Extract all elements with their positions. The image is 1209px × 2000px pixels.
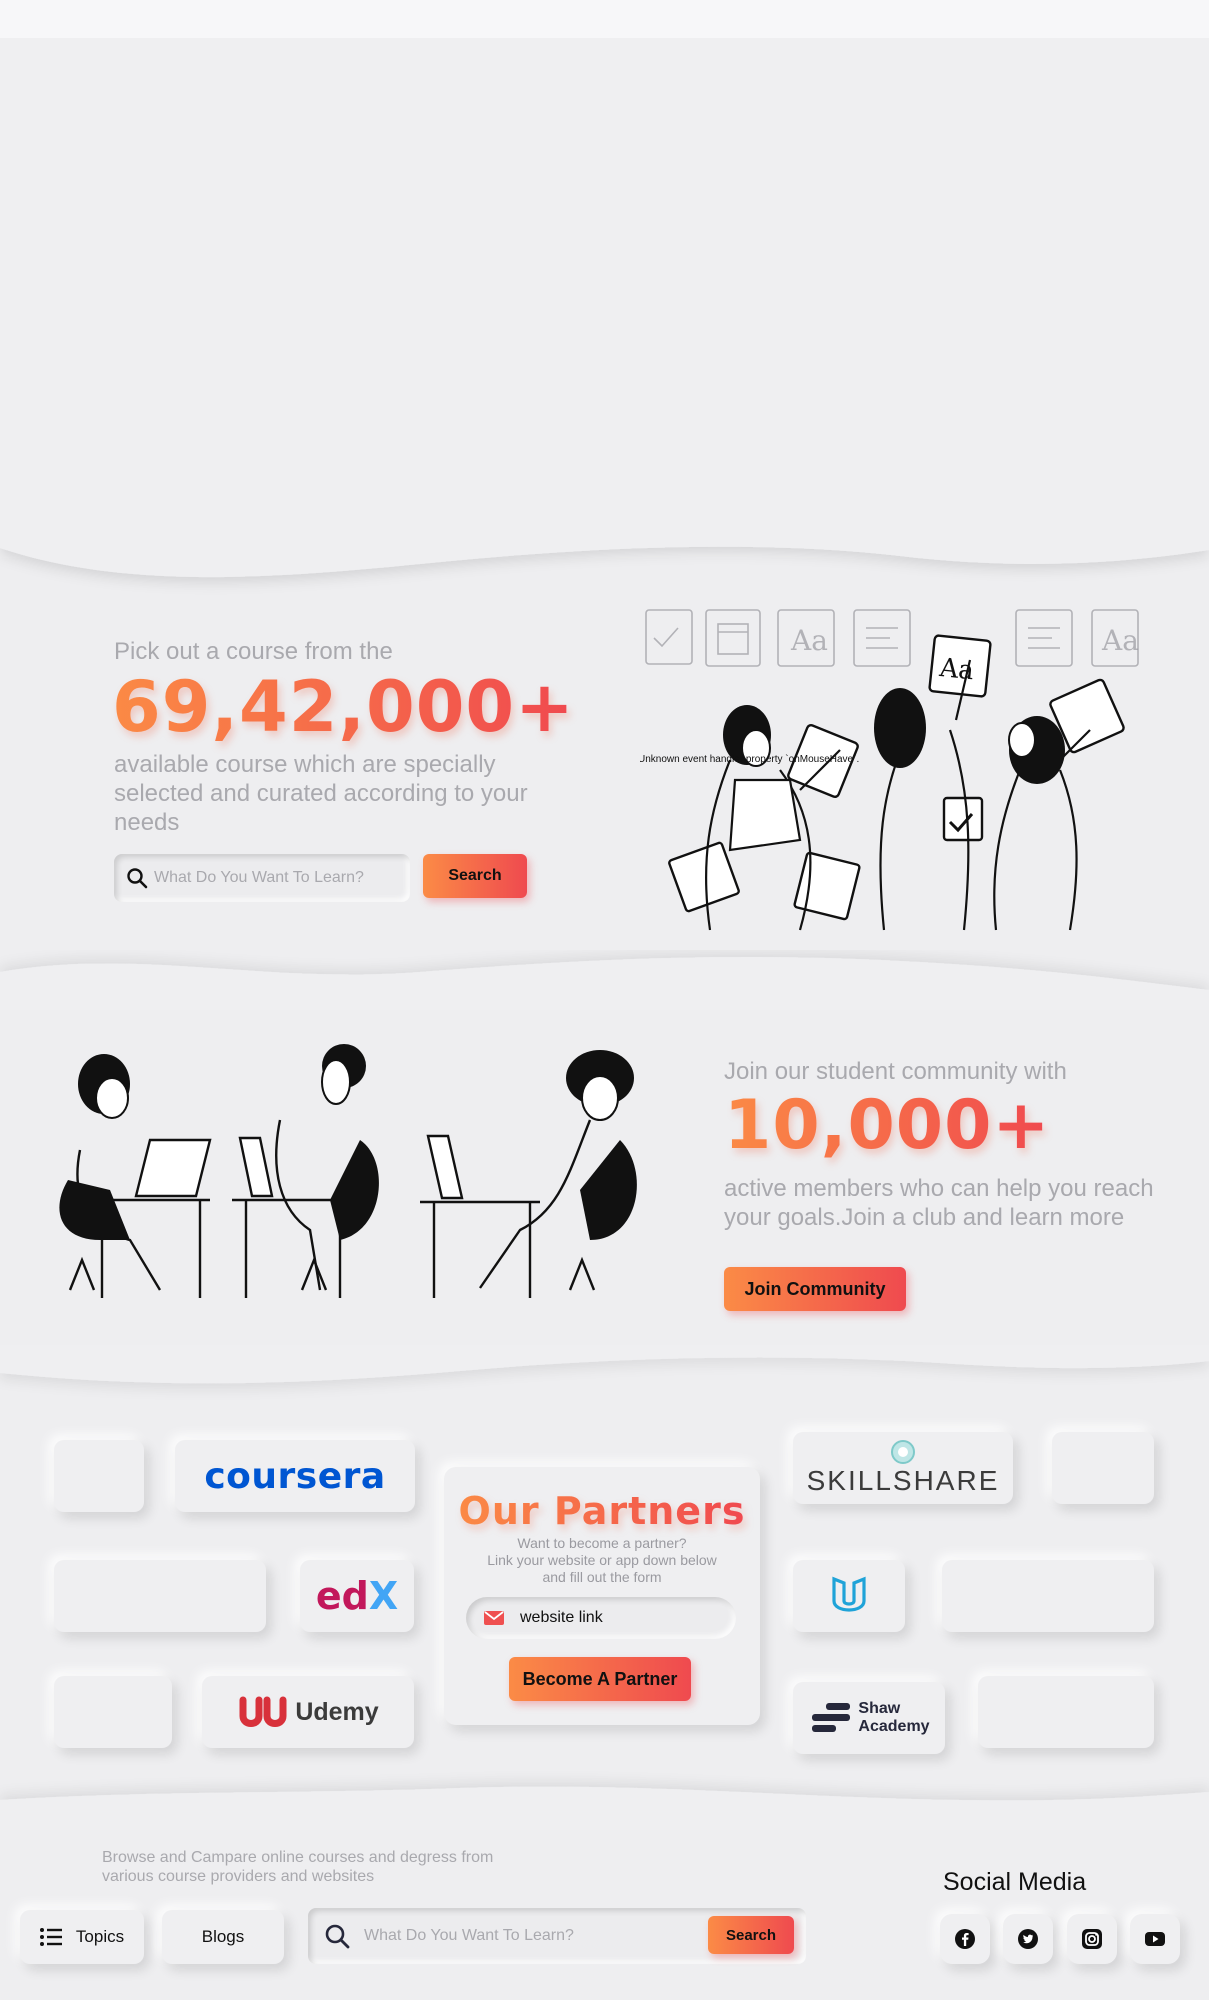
footer-tagline-line2: various course providers and websites [102,1868,375,1885]
join-community-button[interactable]: Join Community [724,1267,906,1311]
course-intro: Pick out a course from the [114,638,393,665]
coursera-logo[interactable]: coursera [175,1440,415,1512]
partner-title: Our Partners [458,1489,746,1533]
svg-text:Aa: Aa [1101,624,1139,657]
wave-divider-2 [0,957,1209,1010]
facebook-icon [955,1929,975,1949]
course-search-button[interactable]: Search [423,854,527,898]
website-link-value: website link [520,1609,603,1626]
course-count: 69,42,000+ [112,666,575,748]
twitter-button[interactable] [1003,1914,1053,1964]
hero-area [0,38,1209,558]
shaw-academy-text: Shaw Academy [858,1700,929,1736]
instagram-icon [1082,1929,1102,1949]
youtube-button[interactable] [1130,1914,1180,1964]
course-search-input[interactable]: What Do You Want To Learn? [114,854,410,902]
svg-text:Aa: Aa [937,653,975,687]
list-icon [39,1928,62,1946]
top-bar [0,0,1209,38]
blogs-button[interactable]: Blogs [162,1910,284,1964]
edx-logo[interactable]: ed X [300,1560,414,1632]
course-description: available course which are specially sel… [114,751,528,836]
skillshare-globe-icon [891,1440,915,1464]
twitter-icon [1018,1929,1038,1949]
partner-tile-empty-1 [54,1440,144,1512]
coursera-logo-text: coursera [204,1455,386,1497]
community-count: 10,000+ [724,1084,1050,1168]
shaw-academy-logo[interactable]: Shaw Academy [793,1682,945,1754]
blogs-label: Blogs [201,1927,245,1946]
students-with-cards-illustration: Aa Aa Aa Unknown event handler property … [640,609,1139,931]
partner-subtitle: Want to become a partner? Link your webs… [444,1535,760,1586]
website-link-input[interactable]: website link [466,1597,736,1639]
wave-divider-3 [0,1345,1209,1384]
svg-text:Aa: Aa [790,624,828,657]
skillshare-logo-text: SKILLSHARE [806,1465,1000,1496]
students-at-laptops-illustration [59,1044,637,1298]
partner-title-wrap: Our Partners [444,1489,760,1533]
course-count-wrap: 69,42,000+ [112,665,575,749]
become-partner-button[interactable]: Become A Partner [509,1657,691,1701]
udemy-logo[interactable]: Udemy [202,1676,414,1748]
search-icon [325,1924,350,1949]
partner-tile-empty-6 [978,1676,1154,1748]
youtube-icon [1145,1932,1165,1946]
community-description: active members who can help you reach yo… [724,1175,1154,1231]
udemy-logo-text: Udemy [295,1697,379,1726]
partner-tile-empty-2 [54,1560,266,1632]
topics-button[interactable]: Topics [20,1910,144,1964]
wave-divider-1 [0,520,1209,578]
footer-search-button[interactable]: Search [708,1916,794,1954]
partner-subtitle-line1: Want to become a partner? [517,1535,687,1551]
partner-subtitle-line3: and fill out the form [542,1569,662,1585]
search-icon [127,868,148,889]
udacity-logo[interactable] [793,1560,905,1632]
shaw-academy-line2: Academy [858,1718,930,1735]
instagram-button[interactable] [1067,1914,1117,1964]
udacity-icon [832,1576,866,1612]
facebook-button[interactable] [940,1914,990,1964]
udemy-icon [239,1696,287,1727]
shaw-academy-line1: Shaw [858,1700,901,1717]
partner-subtitle-line2: Link your website or app down below [487,1552,717,1568]
partner-tile-empty-5 [942,1560,1154,1632]
community-count-wrap: 10,000+ [724,1084,1050,1168]
topics-label: Topics [75,1927,125,1946]
skillshare-logo[interactable]: SKILLSHARE [793,1432,1013,1504]
partner-tile-empty-4 [1052,1432,1154,1504]
social-media-title: Social Media [943,1868,1087,1896]
partner-card: Our Partners Want to become a partner? L… [444,1467,760,1725]
edx-logo-ed: ed [315,1574,369,1618]
footer-tagline: Browse and Campare online courses and de… [102,1848,493,1886]
edx-logo-x: X [368,1574,399,1618]
search-placeholder: What Do You Want To Learn? [154,869,364,886]
footer-search-placeholder: What Do You Want To Learn? [364,1927,574,1944]
community-intro: Join our student community with [724,1058,1067,1085]
partner-tile-empty-3 [54,1676,172,1748]
mail-icon [484,1611,504,1625]
shaw-academy-icon [812,1703,851,1732]
error-text: Unknown event handler property `onMouseH… [640,753,859,765]
wave-divider-4 [0,1786,1209,1830]
footer-tagline-line1: Browse and Campare online courses and de… [102,1849,494,1866]
